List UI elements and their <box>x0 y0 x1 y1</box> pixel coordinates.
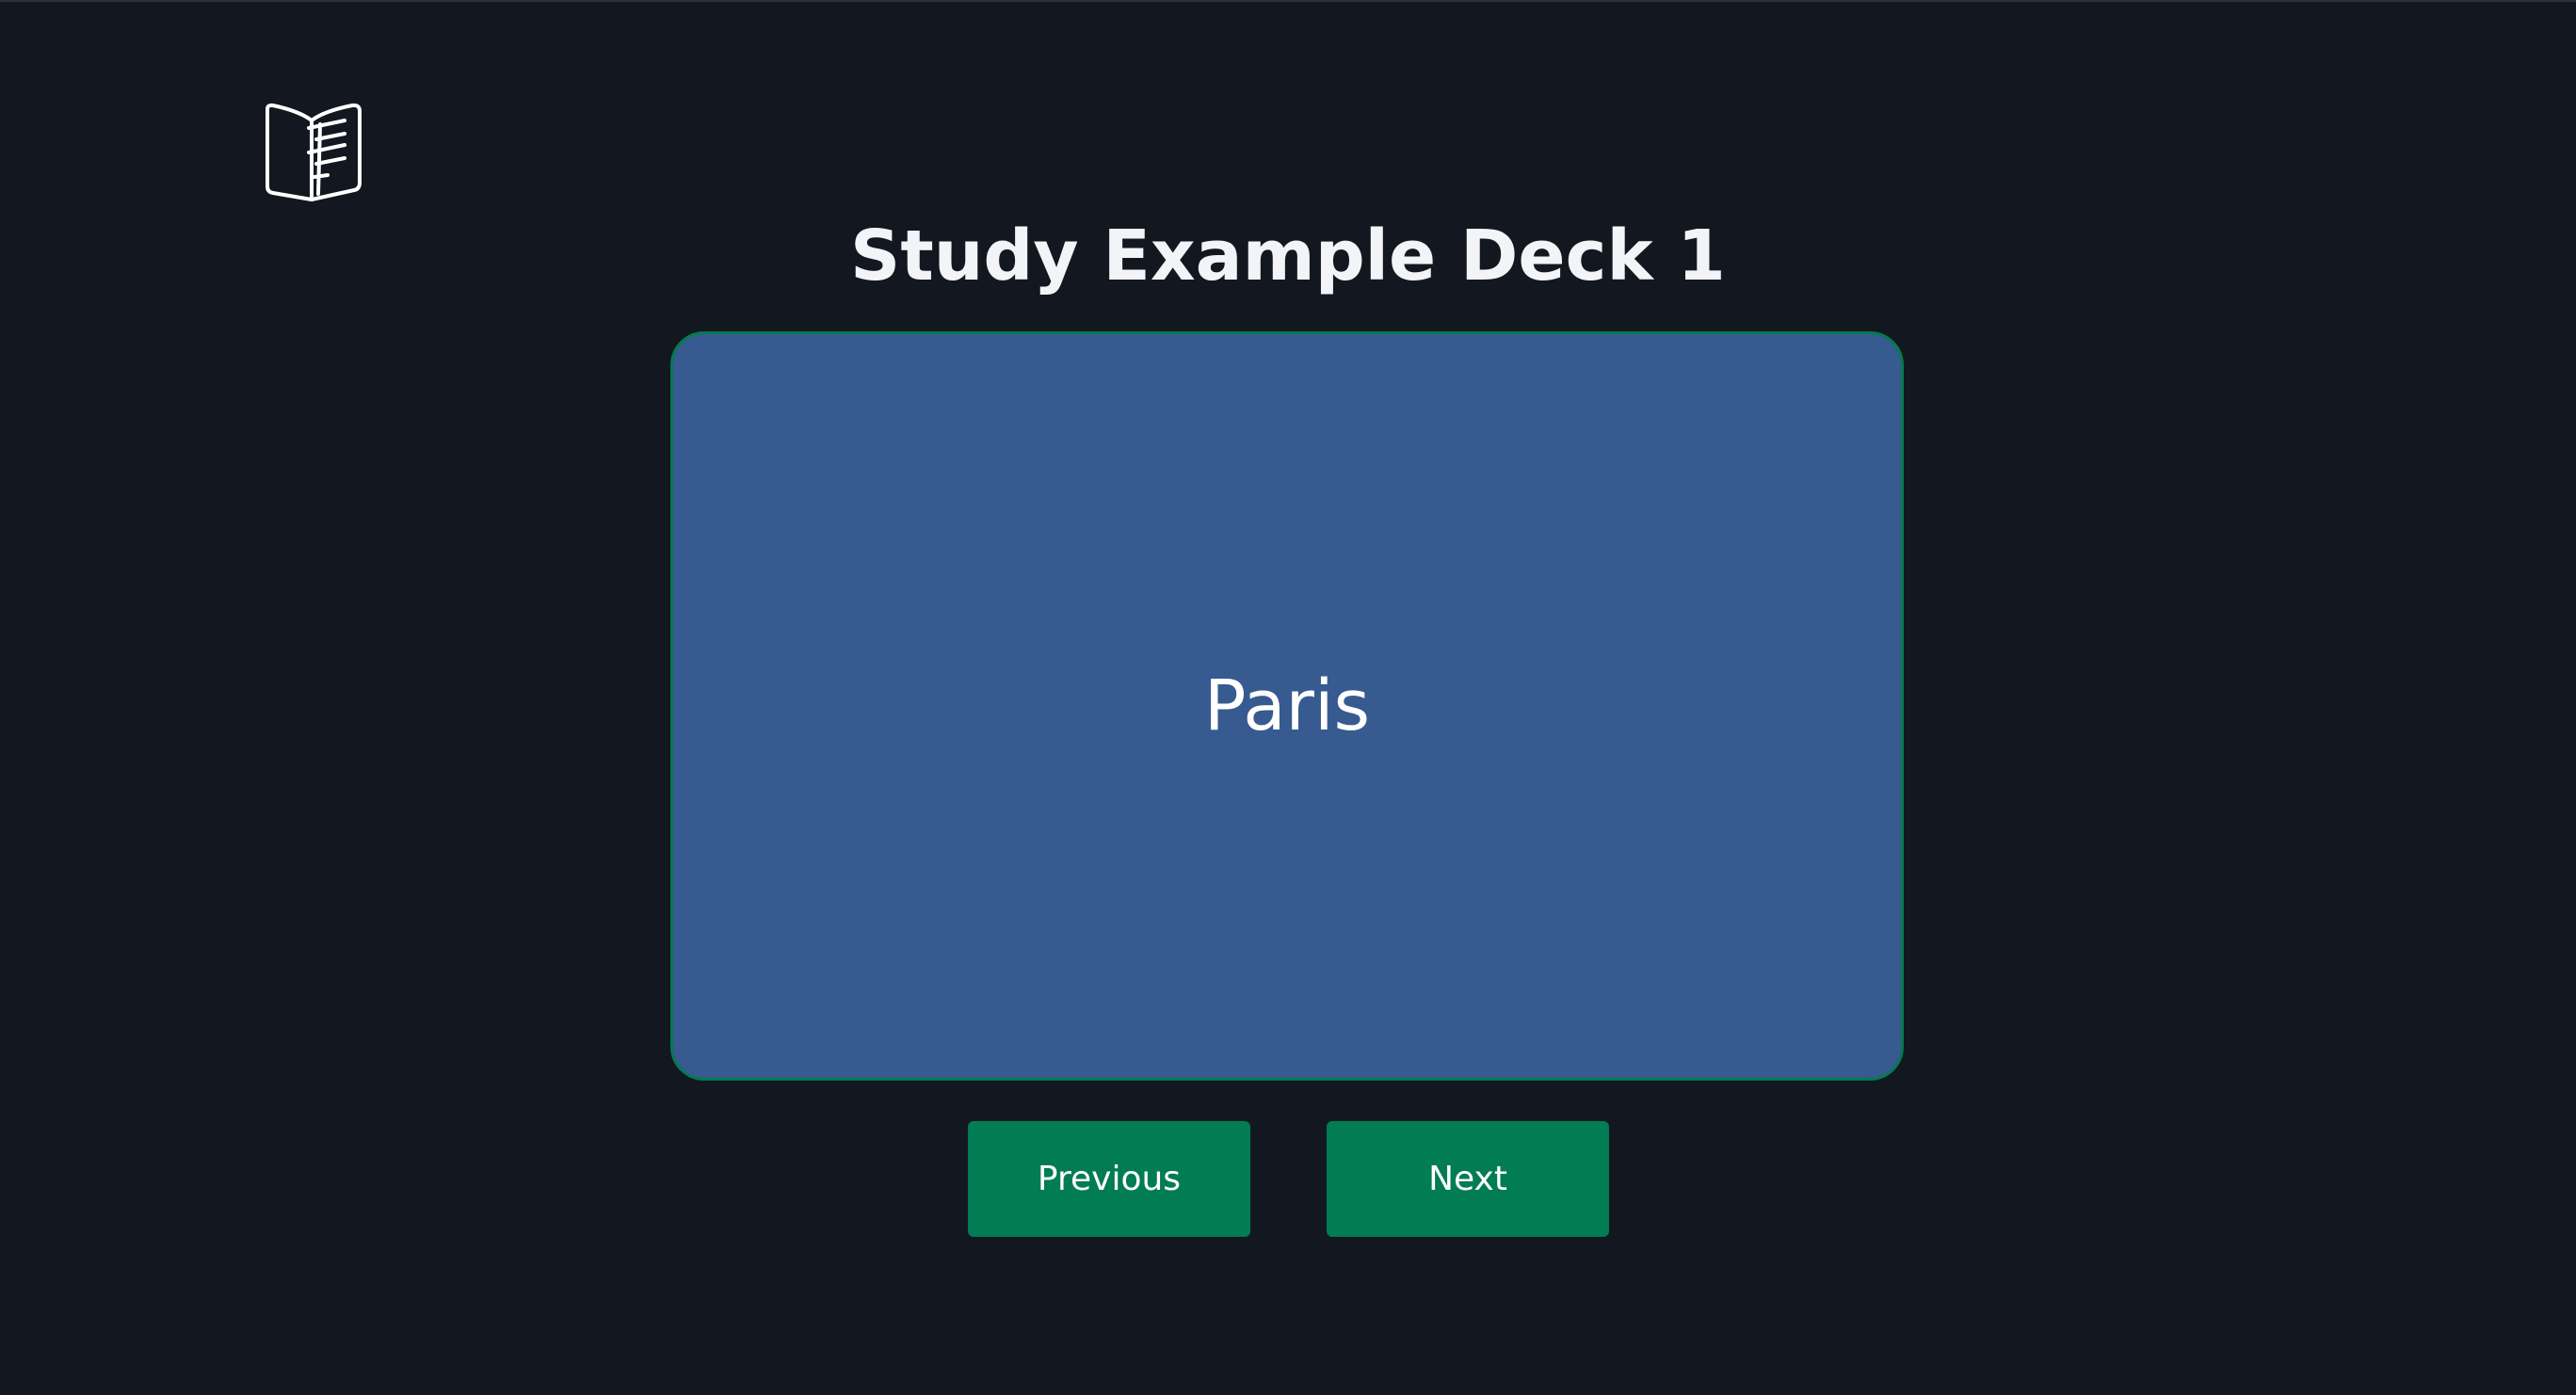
flashcard[interactable]: Paris <box>670 331 1904 1081</box>
top-border <box>0 0 2576 2</box>
previous-button[interactable]: Previous <box>968 1121 1250 1237</box>
flashcard-text: Paris <box>1203 665 1371 746</box>
next-button[interactable]: Next <box>1327 1121 1609 1237</box>
page-title: Study Example Deck 1 <box>850 216 1726 297</box>
logo-book-icon[interactable] <box>262 100 365 203</box>
